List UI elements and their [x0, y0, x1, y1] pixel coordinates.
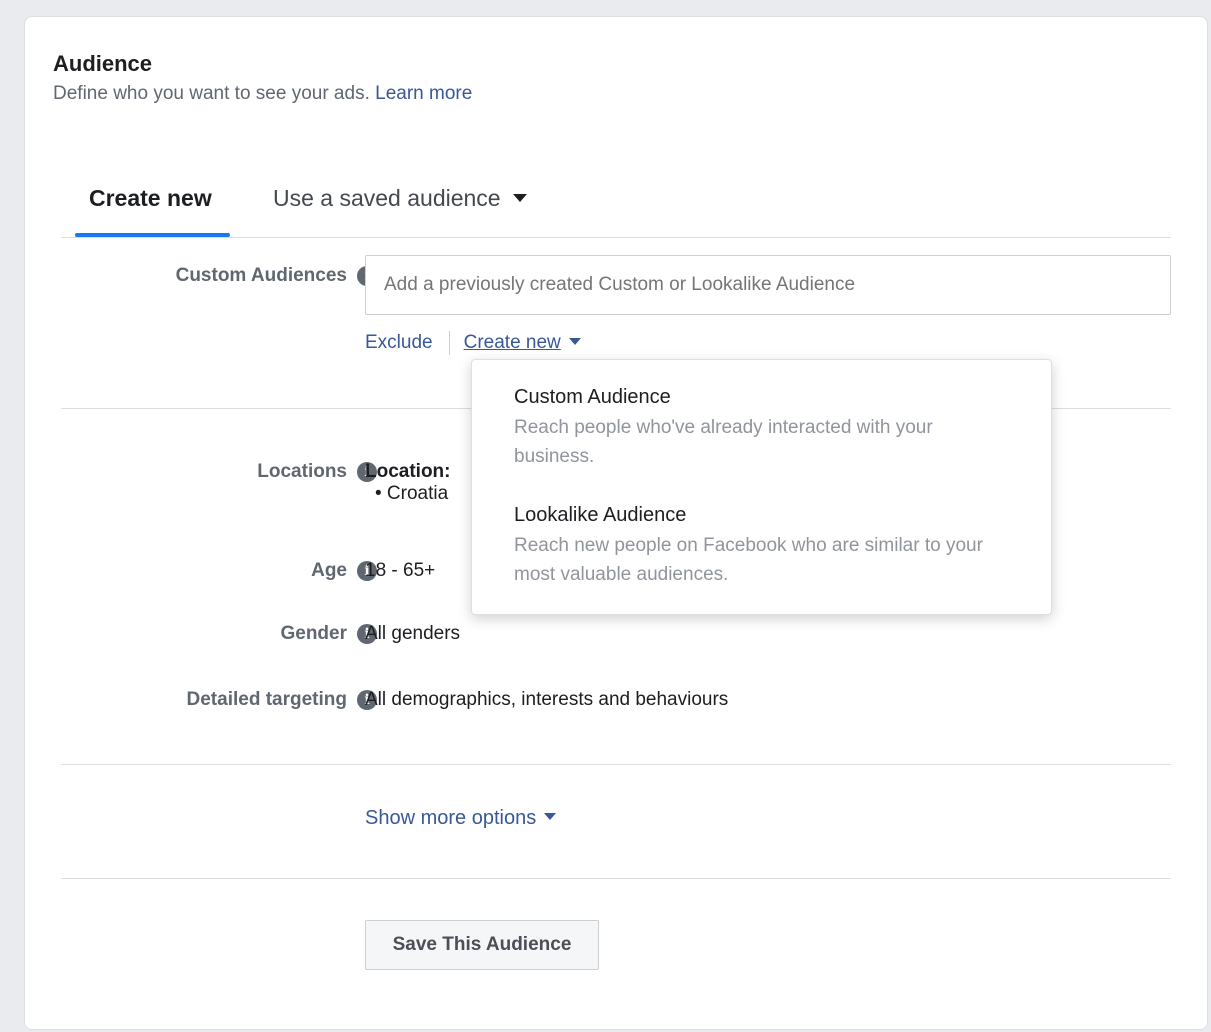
detailed-targeting-label-text: Detailed targeting: [186, 689, 347, 710]
gender-label: Gender i: [280, 623, 377, 645]
section-subtitle-text: Define who you want to see your ads.: [53, 83, 370, 104]
section-title: Audience: [53, 51, 153, 76]
custom-audiences-label: Custom Audiencesi: [176, 265, 377, 287]
section-subtitle: Define who you want to see your ads. Lea…: [53, 83, 472, 105]
custom-audiences-label-text: Custom Audiences: [175, 265, 347, 286]
location-item: • Croatia: [375, 483, 449, 504]
locations-value: Location: • Croatia: [365, 461, 451, 505]
caret-down-icon[interactable]: [544, 813, 557, 821]
menu-item-description: Reach new people on Facebook who are sim…: [514, 535, 983, 585]
create-new-link[interactable]: Create new: [464, 332, 561, 354]
caret-down-icon: [512, 193, 527, 202]
custom-audiences-input[interactable]: [365, 255, 1171, 315]
tabs-divider: [61, 237, 1171, 238]
location-title: Location:: [365, 461, 451, 482]
menu-item-title: Custom Audience: [514, 386, 671, 408]
gender-value: All genders: [365, 623, 461, 644]
section-divider: [61, 878, 1171, 879]
save-audience-button[interactable]: Save This Audience: [365, 920, 599, 970]
caret-down-icon[interactable]: [568, 337, 581, 345]
detailed-targeting-value: All demographics, interests and behaviou…: [365, 689, 729, 710]
menu-item-title: Lookalike Audience: [514, 504, 687, 526]
age-label-text: Age: [311, 560, 347, 581]
create-new-dropdown-menu: Custom Audience Reach people who've alre…: [471, 359, 1052, 615]
learn-more-link[interactable]: Learn more: [375, 83, 472, 104]
menu-item-lookalike-audience[interactable]: Lookalike Audience Reach new people on F…: [514, 504, 1014, 589]
menu-item-description: Reach people who've already interacted w…: [514, 417, 933, 467]
audience-card: Audience Define who you want to see your…: [24, 16, 1208, 1030]
gender-label-text: Gender: [280, 623, 347, 644]
show-more-options-link[interactable]: Show more options: [365, 807, 536, 829]
separator: [448, 331, 450, 355]
custom-audiences-actions: Exclude Create new: [365, 331, 581, 355]
tab-saved-audience-label: Use a saved audience: [273, 185, 501, 211]
exclude-link[interactable]: Exclude: [365, 332, 433, 354]
locations-label: Locations i: [257, 461, 377, 483]
tab-saved-audience[interactable]: Use a saved audience: [273, 185, 527, 212]
menu-item-custom-audience[interactable]: Custom Audience Reach people who've alre…: [514, 386, 1014, 471]
detailed-targeting-label: Detailed targeting i: [187, 689, 377, 711]
age-value: 18 - 65+: [365, 560, 436, 581]
tab-create-new[interactable]: Create new: [89, 185, 212, 212]
section-divider: [61, 764, 1171, 765]
show-more-options[interactable]: Show more options: [365, 807, 557, 830]
locations-label-text: Locations: [257, 461, 347, 482]
